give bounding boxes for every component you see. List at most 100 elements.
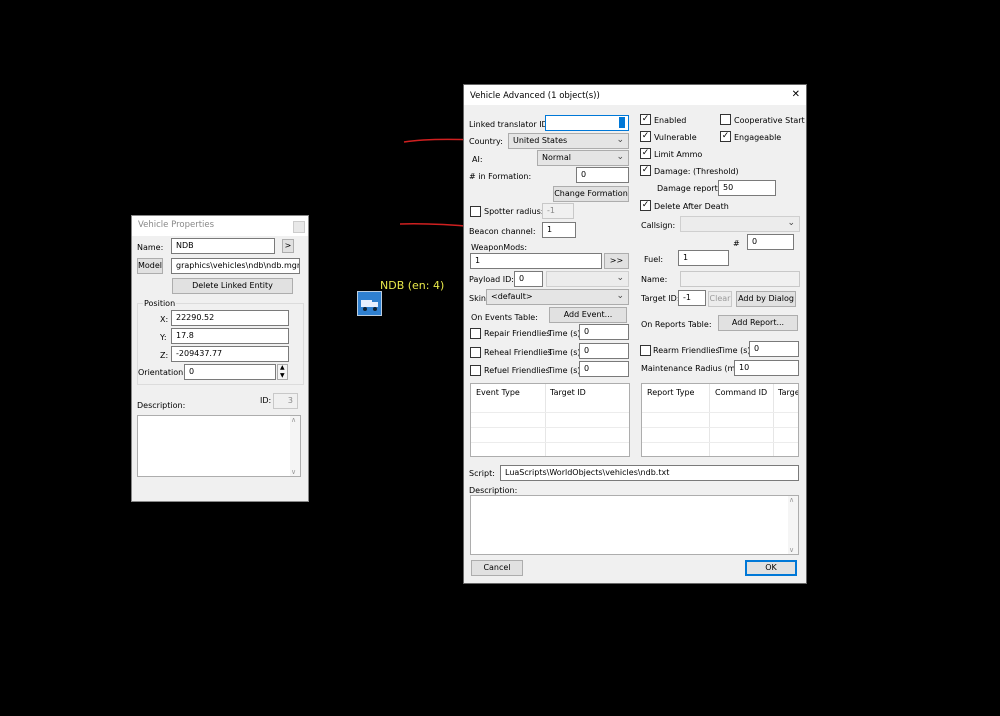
- engageable-checkbox[interactable]: ✓: [720, 131, 731, 142]
- text-cursor: [619, 117, 625, 128]
- rearm-time-field[interactable]: 0: [749, 341, 799, 357]
- chevron-down-icon: ⌄: [616, 273, 624, 283]
- beacon-channel-field[interactable]: 1: [542, 222, 576, 238]
- orientation-label: Orientation:: [138, 368, 186, 377]
- x-field[interactable]: 22290.52: [171, 310, 289, 326]
- target-id-label: Target ID:: [641, 294, 680, 303]
- z-field[interactable]: -209437.77: [171, 346, 289, 362]
- callsign-select: ⌄: [680, 216, 800, 232]
- description-textarea[interactable]: ∧ ∨: [470, 495, 799, 555]
- reheal-time-field[interactable]: 0: [579, 343, 629, 359]
- orientation-field[interactable]: 0: [184, 364, 276, 380]
- coop-start-checkbox[interactable]: [720, 114, 731, 125]
- add-event-button[interactable]: Add Event...: [549, 307, 627, 323]
- vehicle-advanced-titlebar[interactable]: Vehicle Advanced (1 object(s)) ✕: [464, 85, 806, 105]
- ai-label: AI:: [472, 155, 483, 164]
- close-icon[interactable]: [293, 221, 305, 233]
- ai-select[interactable]: Normal ⌄: [537, 150, 629, 166]
- script-label: Script:: [469, 469, 495, 478]
- skin-value: <default>: [491, 292, 533, 301]
- vehicle-properties-window: Vehicle Properties Name: NDB > Model gra…: [131, 215, 309, 502]
- spotter-radius-field: -1: [542, 203, 574, 219]
- vehicle-advanced-window: Vehicle Advanced (1 object(s)) ✕ Linked …: [463, 84, 807, 584]
- clear-button: Clear: [708, 291, 732, 307]
- description-label: Description:: [469, 486, 518, 495]
- goto-button[interactable]: >: [282, 239, 294, 253]
- reports-col-target[interactable]: Targe: [778, 388, 798, 397]
- refuel-time-field[interactable]: 0: [579, 361, 629, 377]
- vulnerable-checkbox[interactable]: ✓: [640, 131, 651, 142]
- name-field: [680, 271, 800, 287]
- refuel-time-label: Time (s):: [548, 366, 584, 375]
- damage-report-field[interactable]: 50: [718, 180, 776, 196]
- events-col-event-type[interactable]: Event Type: [476, 388, 520, 397]
- delete-linked-entity-button[interactable]: Delete Linked Entity: [172, 278, 293, 294]
- target-id-field[interactable]: -1: [678, 290, 706, 306]
- name-field[interactable]: NDB: [171, 238, 275, 254]
- reports-col-report-type[interactable]: Report Type: [647, 388, 694, 397]
- cancel-button[interactable]: Cancel: [471, 560, 523, 576]
- damage-threshold-checkbox[interactable]: ✓: [640, 165, 651, 176]
- weaponmods-label: WeaponMods:: [471, 243, 528, 252]
- skin-select[interactable]: <default> ⌄: [486, 289, 629, 305]
- spin-up-icon[interactable]: ▲: [280, 364, 285, 371]
- description-textarea[interactable]: ∧ ∨: [137, 415, 301, 477]
- events-table[interactable]: Event Type Target ID: [470, 383, 630, 457]
- limit-ammo-label: Limit Ammo: [654, 150, 703, 159]
- payload-id-field[interactable]: 0: [514, 271, 543, 287]
- delete-after-death-checkbox[interactable]: ✓: [640, 200, 651, 211]
- scrollbar[interactable]: ∧ ∨: [788, 496, 798, 554]
- payload-id-label: Payload ID:: [469, 275, 514, 284]
- add-by-dialog-button[interactable]: Add by Dialog: [736, 291, 796, 307]
- maintenance-radius-field[interactable]: 10: [734, 360, 799, 376]
- add-report-button[interactable]: Add Report...: [718, 315, 798, 331]
- y-field[interactable]: 17.8: [171, 328, 289, 344]
- formation-field[interactable]: 0: [576, 167, 629, 183]
- country-select[interactable]: United States ⌄: [508, 133, 629, 149]
- spotter-radius-label: Spotter radius:: [484, 207, 544, 216]
- reports-col-command-id[interactable]: Command ID: [715, 388, 767, 397]
- chevron-down-icon: ⌄: [616, 152, 624, 162]
- beacon-channel-label: Beacon channel:: [469, 227, 536, 236]
- refuel-friendlies-checkbox[interactable]: [470, 365, 481, 376]
- scrollbar[interactable]: ∧ ∨: [290, 416, 300, 476]
- rearm-friendlies-checkbox[interactable]: [640, 345, 651, 356]
- vehicle-advanced-title: Vehicle Advanced (1 object(s)): [470, 91, 600, 101]
- ok-button[interactable]: OK: [745, 560, 797, 576]
- fuel-field[interactable]: 1: [678, 250, 729, 266]
- limit-ammo-checkbox[interactable]: ✓: [640, 148, 651, 159]
- name-label: Name:: [137, 243, 164, 252]
- weaponmods-button[interactable]: >>: [604, 253, 629, 269]
- name-label: Name:: [641, 275, 668, 284]
- model-path-field[interactable]: graphics\vehicles\ndb\ndb.mgm: [171, 258, 300, 274]
- weaponmods-field[interactable]: 1: [470, 253, 602, 269]
- change-formation-button[interactable]: Change Formation: [553, 186, 629, 202]
- orientation-spinner[interactable]: ▲ ▼: [277, 364, 288, 380]
- reheal-friendlies-label: Reheal Friendlies: [484, 348, 552, 357]
- engageable-label: Engageable: [734, 133, 782, 142]
- chevron-down-icon: ⌄: [616, 291, 624, 301]
- reports-table[interactable]: Report Type Command ID Targe: [641, 383, 799, 457]
- close-icon[interactable]: ✕: [792, 89, 800, 100]
- model-button[interactable]: Model: [137, 258, 163, 274]
- reheal-friendlies-checkbox[interactable]: [470, 347, 481, 358]
- repair-friendlies-label: Repair Friendlies: [484, 329, 551, 338]
- repair-friendlies-checkbox[interactable]: [470, 328, 481, 339]
- hash-label: #: [733, 239, 740, 248]
- script-field[interactable]: LuaScripts\WorldObjects\vehicles\ndb.txt: [500, 465, 799, 481]
- enabled-checkbox[interactable]: ✓: [640, 114, 651, 125]
- map-entity-icon[interactable]: [357, 291, 382, 316]
- vehicle-properties-titlebar[interactable]: Vehicle Properties: [132, 216, 308, 236]
- linked-translator-field[interactable]: [545, 115, 629, 131]
- payload-select: ⌄: [546, 271, 629, 287]
- hash-field[interactable]: 0: [747, 234, 794, 250]
- spin-down-icon[interactable]: ▼: [280, 372, 285, 379]
- callsign-label: Callsign:: [641, 221, 676, 230]
- truck-icon: [361, 300, 378, 311]
- spotter-radius-checkbox[interactable]: [470, 206, 481, 217]
- linked-translator-label: Linked translator ID:: [469, 120, 551, 129]
- repair-time-field[interactable]: 0: [579, 324, 629, 340]
- map-entity-label: NDB (en: 4): [380, 279, 445, 292]
- events-col-target-id[interactable]: Target ID: [550, 388, 586, 397]
- repair-time-label: Time (s):: [548, 329, 584, 338]
